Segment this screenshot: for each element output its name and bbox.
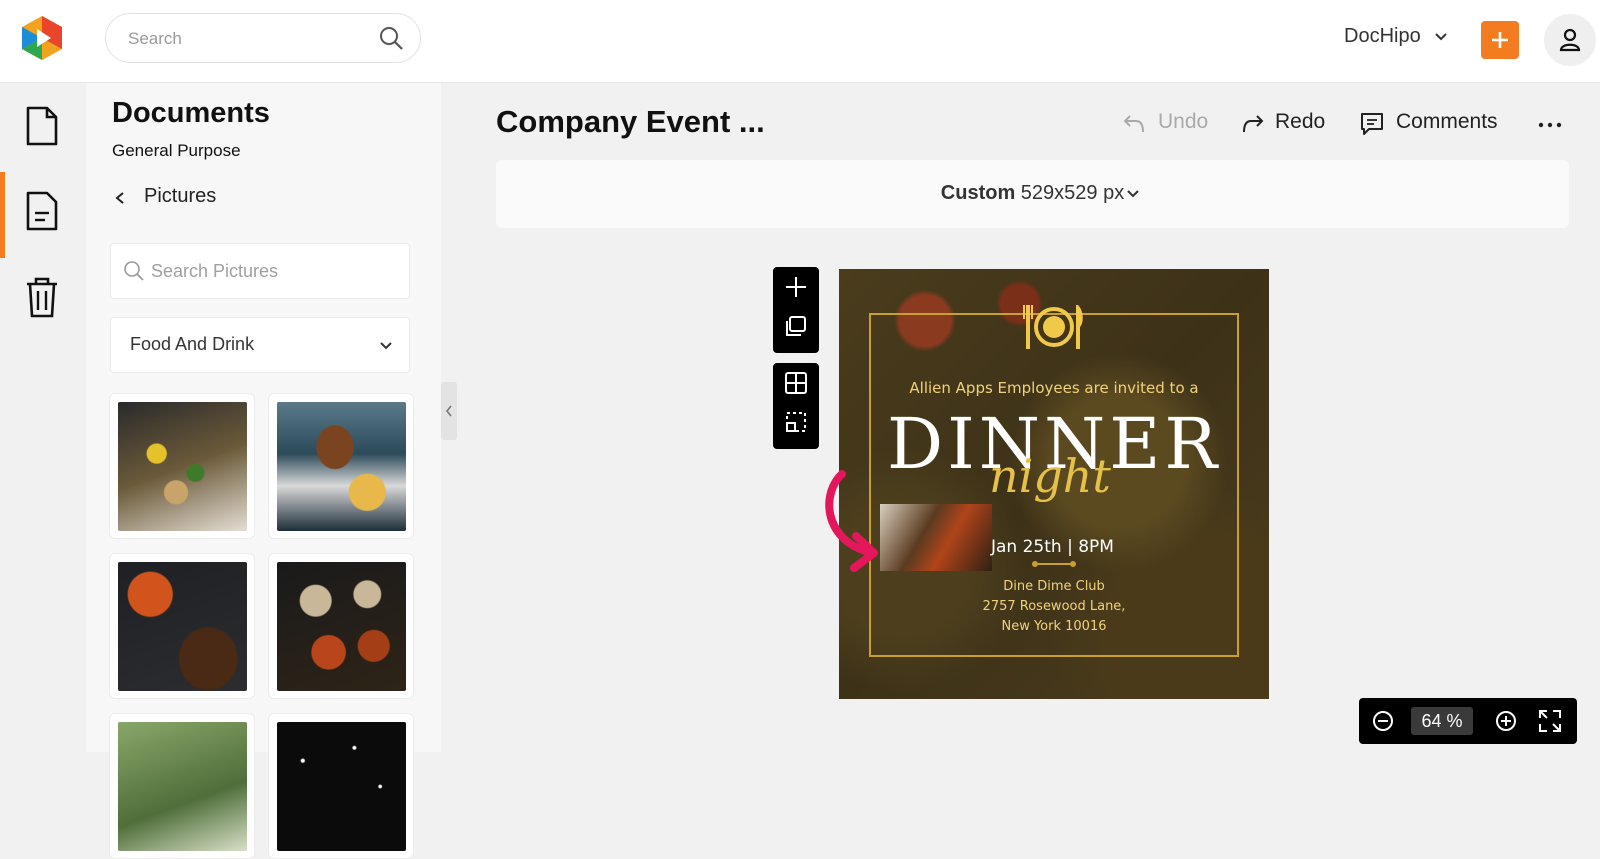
picture-thumbnail[interactable] [268,713,414,859]
left-rail [0,83,86,752]
curved-arrow-icon [825,470,878,572]
zoom-level[interactable]: 64 % [1411,707,1473,735]
top-bar: Search DocHipo [0,0,1600,83]
zoom-value: 64 [1421,711,1442,731]
collapse-panel-handle[interactable] [441,382,457,440]
venue-line: Dine Dime Club [1003,579,1105,594]
redo-icon [1243,115,1264,133]
rail-item-templates[interactable] [0,169,86,253]
workspace-switcher[interactable]: DocHipo [1344,25,1421,48]
undo-label: Undo [1158,110,1209,133]
grid-icon[interactable] [785,372,807,394]
invite-text: Allien Apps Employees are invited to a [909,379,1199,397]
document-text-icon [26,191,58,231]
chevron-down-icon[interactable] [1434,30,1448,44]
thumbnail-image [277,562,406,691]
size-name: Custom [940,182,1016,204]
search-icon [124,261,144,281]
documents-panel: Documents General Purpose Pictures Searc… [86,83,441,859]
size-value: 529x529 px [1020,182,1125,204]
file-icon [26,106,58,146]
undo-icon [1123,115,1144,133]
add-page-icon[interactable] [785,276,807,298]
category-value: Food And Drink [130,334,255,354]
thumbnail-image [118,402,247,531]
chevron-left-icon [445,405,452,417]
category-select[interactable]: Food And Drink [110,317,410,373]
size-label: Custom 529x529 px [496,182,1569,205]
picture-thumbnail[interactable] [109,553,255,699]
design-canvas[interactable]: Allien Apps Employees are invited to a D… [839,269,1269,699]
panel-title: Documents [112,97,270,129]
zoom-controls: 64 % [1359,698,1577,744]
layout-toolbar [773,363,819,449]
user-avatar[interactable] [1544,14,1596,66]
picture-thumbnail[interactable] [268,393,414,539]
user-icon [1559,28,1581,52]
rail-item-documents[interactable] [0,83,86,167]
thumbnail-image [277,722,406,851]
duplicate-icon[interactable] [785,315,807,337]
picture-thumbnail[interactable] [109,393,255,539]
plus-icon [1492,32,1508,48]
plate-cutlery-icon [1023,305,1083,349]
zoom-in-icon[interactable] [1495,710,1517,732]
panel-subtitle: General Purpose [112,141,241,160]
global-search-input[interactable]: Search [105,13,421,63]
more-options-icon[interactable] [1538,121,1562,129]
venue-line: 2757 Rosewood Lane, [982,599,1126,614]
zoom-out-icon[interactable] [1372,710,1394,732]
inserted-food-photo[interactable] [880,504,992,571]
venue-text: Dine Dime Club 2757 Rosewood Lane, New Y… [839,577,1269,637]
thumbnail-image [277,402,406,531]
search-pictures-input[interactable]: Search Pictures [110,243,410,299]
comment-icon [1361,113,1383,135]
divider-ornament [1032,561,1076,567]
page-actions-toolbar [773,267,819,353]
rail-active-indicator [0,172,5,258]
app-logo-icon[interactable] [18,14,66,62]
back-label: Pictures [144,185,217,207]
fullscreen-icon[interactable] [1538,709,1562,733]
select-area-icon[interactable] [785,411,807,433]
thumbnail-image [118,562,247,691]
rail-item-trash[interactable] [0,255,86,339]
trash-icon [27,277,57,318]
redo-label: Redo [1275,110,1326,133]
picture-thumbnail[interactable] [109,713,255,859]
chevron-left-icon [115,192,124,204]
zoom-unit: % [1446,711,1463,731]
comments-label: Comments [1396,110,1498,133]
search-placeholder: Search [128,29,182,48]
event-date: Jan 25th | 8PM [991,537,1114,557]
picture-thumbnail[interactable] [268,553,414,699]
chevron-down-icon [1127,190,1139,198]
search-icon[interactable] [378,25,404,51]
thumbnail-image [118,722,247,851]
add-button[interactable] [1481,21,1519,59]
canvas-size-selector[interactable]: Custom 529x529 px [496,160,1569,228]
chevron-down-icon [380,342,392,350]
venue-line: New York 10016 [1001,619,1107,634]
document-title[interactable]: Company Event ... [496,104,765,140]
search-pictures-placeholder: Search Pictures [151,261,279,281]
night-subheading: night [989,449,1111,503]
